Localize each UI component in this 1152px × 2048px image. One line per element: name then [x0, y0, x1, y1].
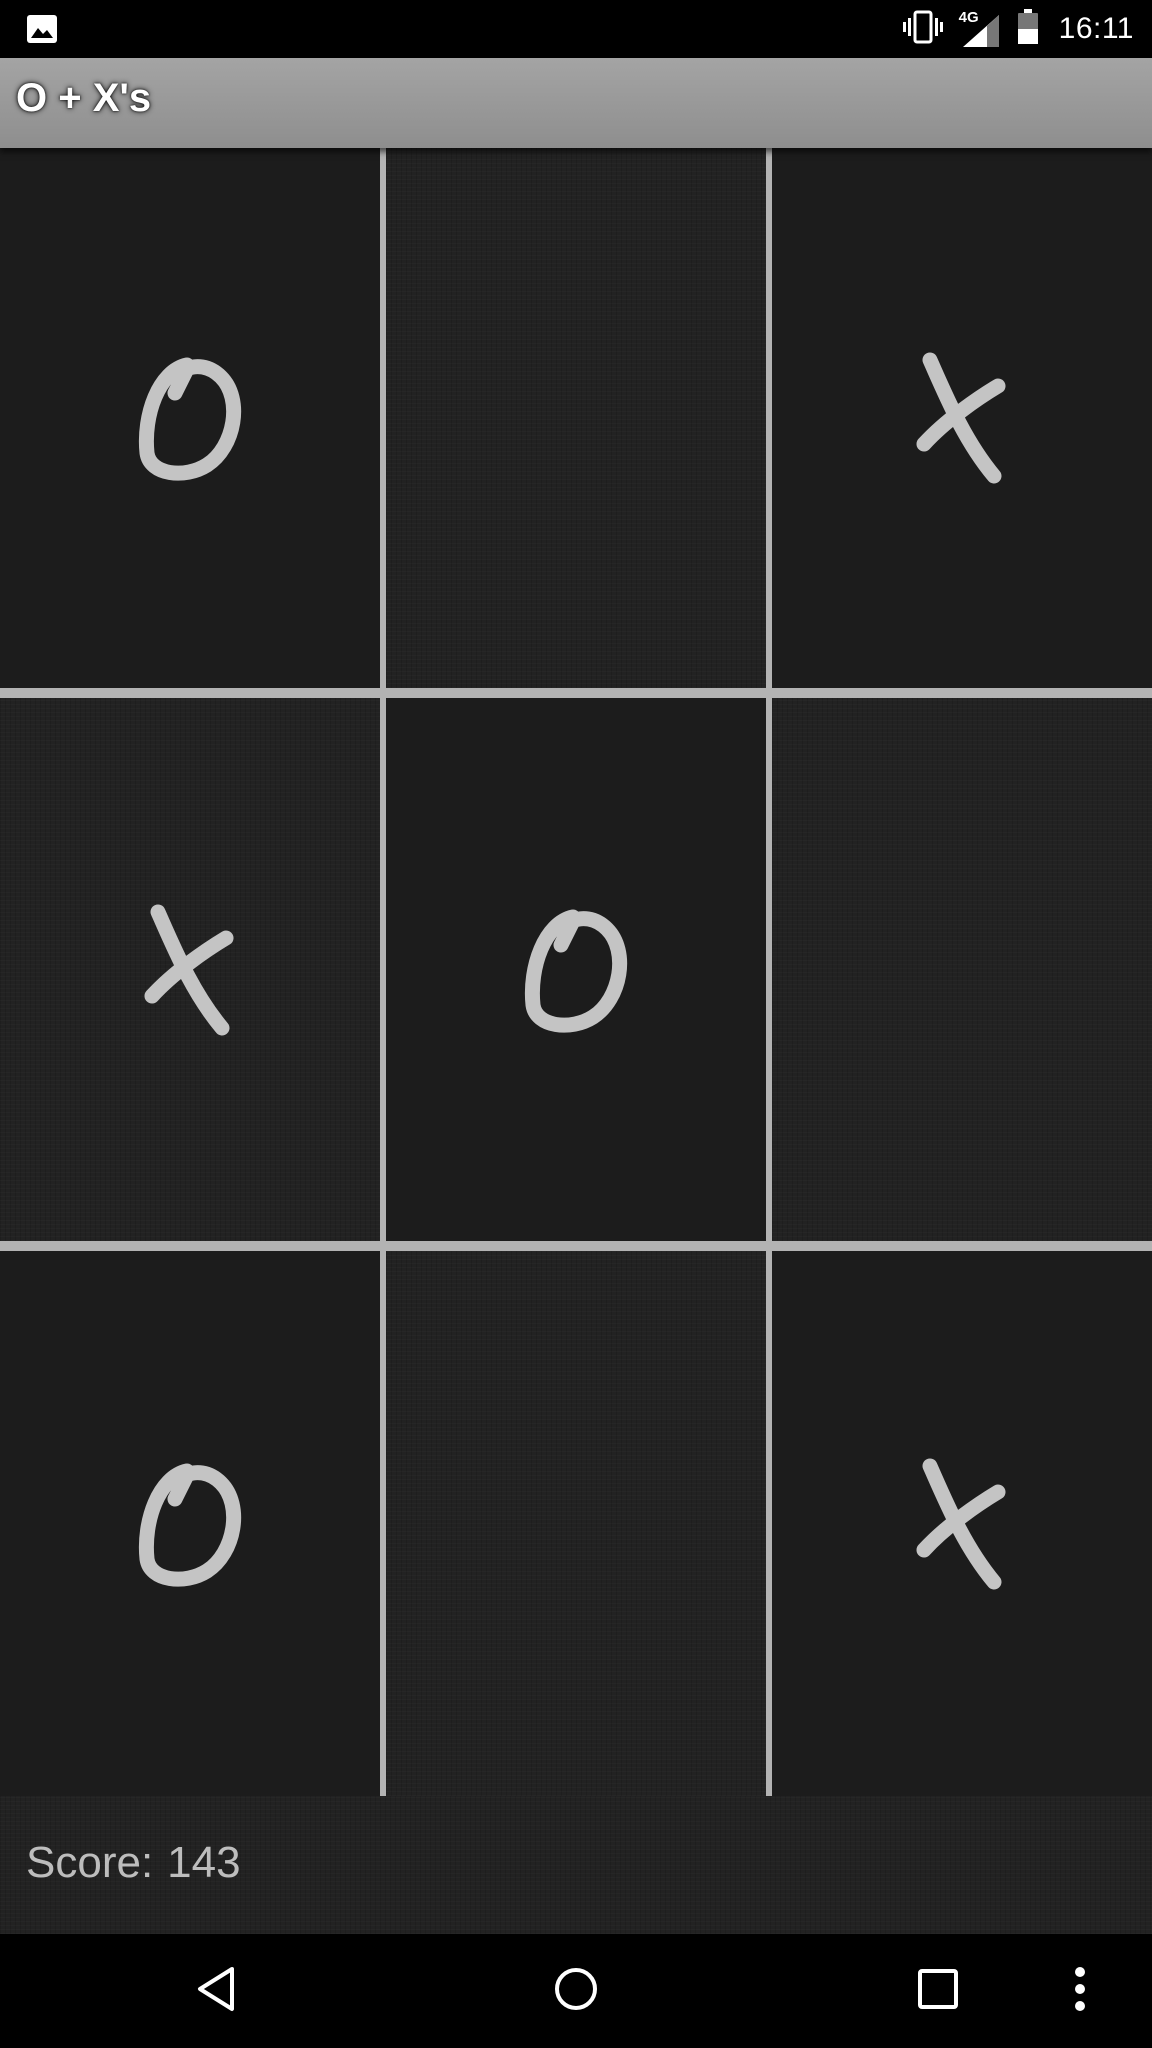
x-mark-icon [912, 348, 1012, 488]
grid-line-vertical [766, 148, 772, 1796]
status-bar: 4G 16:11 [0, 0, 1152, 58]
image-notification-icon [26, 14, 58, 44]
clock: 16:11 [1058, 12, 1134, 45]
board-cell[interactable] [772, 1251, 1152, 1796]
board-cell[interactable] [386, 148, 766, 688]
score-label: Score: [26, 1838, 154, 1887]
grid-line-horizontal [0, 1241, 1152, 1251]
board-cell[interactable] [772, 698, 1152, 1241]
board-cell[interactable] [772, 148, 1152, 688]
vibrate-icon [901, 10, 945, 49]
score-panel: Score: 143 [0, 1796, 1152, 1934]
back-button[interactable] [156, 1934, 276, 2048]
home-button[interactable] [516, 1934, 636, 2048]
overflow-menu-icon [1074, 1966, 1086, 2017]
o-mark-icon [135, 1459, 245, 1589]
overflow-menu-button[interactable] [1020, 1934, 1140, 2048]
signal-4g-icon: 4G [959, 9, 1003, 49]
score-value: 143 [167, 1838, 241, 1887]
board-cell[interactable] [386, 1251, 766, 1796]
grid-line-vertical [380, 148, 386, 1796]
game-board [0, 148, 1152, 1796]
back-icon [194, 1965, 238, 2018]
x-mark-icon [140, 900, 240, 1040]
board-cell[interactable] [386, 698, 766, 1241]
home-icon [552, 1965, 600, 2018]
o-mark-icon [135, 353, 245, 483]
recents-button[interactable] [878, 1934, 998, 2048]
board-cell[interactable] [0, 698, 380, 1241]
board-cell[interactable] [0, 1251, 380, 1796]
navigation-bar [0, 1934, 1152, 2048]
recents-icon [917, 1968, 959, 2015]
x-mark-icon [912, 1454, 1012, 1594]
app-title: O + X's [16, 76, 152, 120]
battery-icon [1017, 8, 1039, 50]
app-bar: O + X's [0, 58, 1152, 148]
o-mark-icon [521, 905, 631, 1035]
score-display: Score: 143 [26, 1838, 241, 1888]
grid-line-horizontal [0, 688, 1152, 698]
board-cell[interactable] [0, 148, 380, 688]
